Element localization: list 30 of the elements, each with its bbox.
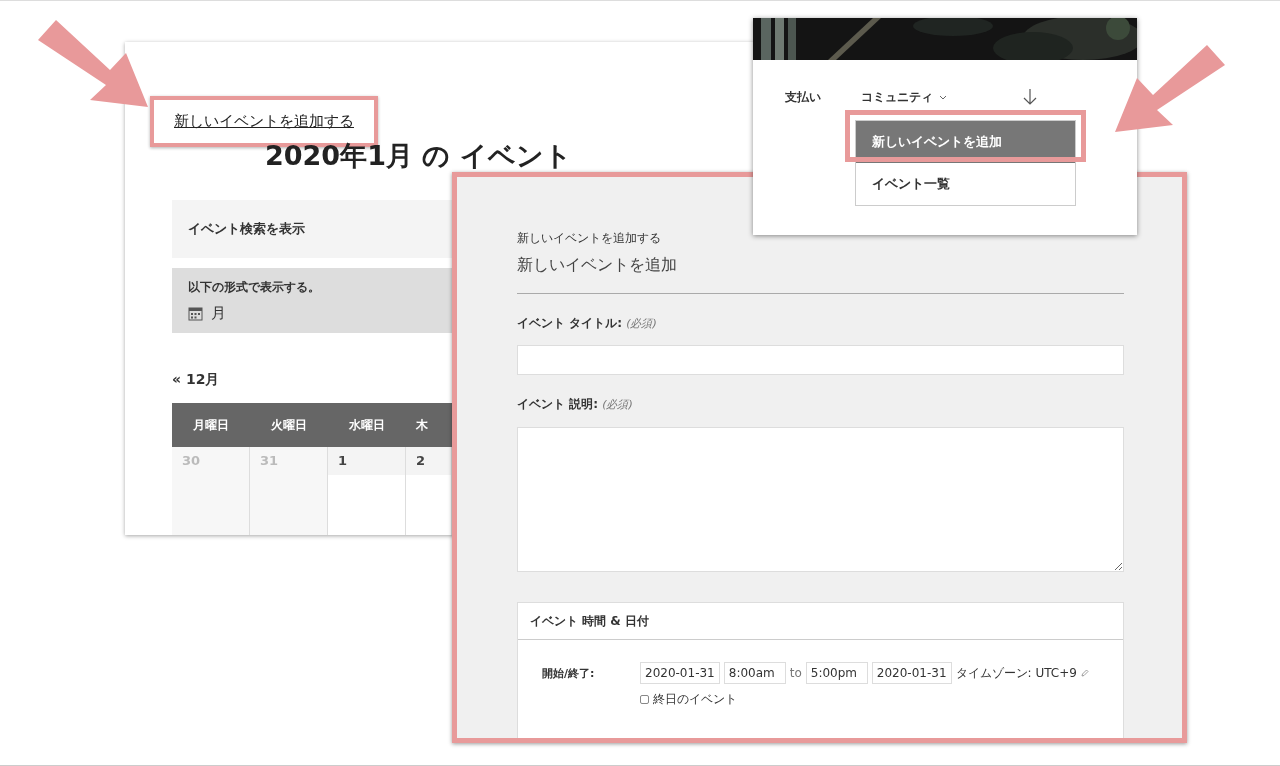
weekday-header: 水曜日: [328, 403, 406, 447]
format-value[interactable]: 月: [211, 302, 226, 325]
start-time-field[interactable]: 8:00am: [723, 662, 786, 684]
section-title: イベント 時間 & 日付: [518, 603, 1123, 640]
weekday-header: 木: [406, 403, 452, 447]
weekday-header: 月曜日: [172, 403, 250, 447]
start-end-label: 開始/終了:: [542, 666, 596, 682]
title-input[interactable]: [517, 344, 1124, 375]
pencil-icon[interactable]: [1080, 669, 1089, 677]
form-title: 新しいイベントを追加: [517, 254, 678, 276]
nav-item[interactable]: 支払い: [785, 88, 821, 106]
to-label: to: [789, 665, 802, 682]
down-arrow-icon[interactable]: [1023, 88, 1037, 106]
field-label: イベント 説明: (必須): [517, 395, 634, 413]
day-cell[interactable]: 2: [406, 447, 452, 535]
all-day-label: 終日のイベント: [653, 691, 737, 708]
nav-item[interactable]: コミュニティ: [861, 88, 947, 106]
format-label: 以下の形式で表示する。: [188, 279, 321, 296]
day-cell[interactable]: 1: [328, 447, 406, 535]
all-day-checkbox[interactable]: [640, 694, 649, 704]
weekday-header: 火曜日: [250, 403, 328, 447]
prev-month-link[interactable]: « 12月: [172, 369, 220, 390]
timezone-label: タイムゾーン: UTC+9: [955, 665, 1077, 682]
search-toggle[interactable]: イベント検索を表示: [172, 200, 452, 258]
breadcrumb: 新しいイベントを追加する: [517, 230, 662, 247]
start-date-field[interactable]: 2020-01-31: [640, 662, 720, 684]
calendar-icon: [188, 305, 203, 321]
end-time-field[interactable]: 5:00pm: [805, 662, 868, 684]
end-date-field[interactable]: 2020-01-31: [871, 662, 952, 684]
field-label: イベント タイトル: (必須): [517, 315, 658, 332]
